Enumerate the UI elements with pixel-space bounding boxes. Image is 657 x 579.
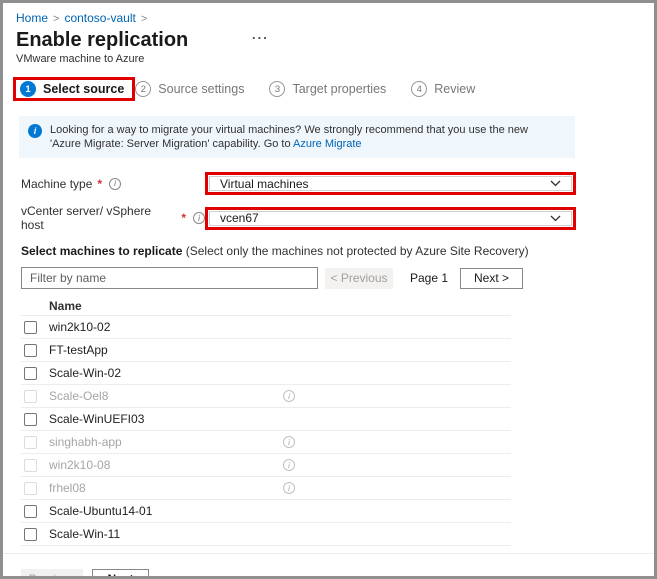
tab-select-source[interactable]: 1 Select source	[20, 81, 124, 97]
page-indicator: Page 1	[406, 271, 452, 285]
footer-divider	[3, 553, 654, 554]
row-info-icon[interactable]: i	[283, 482, 295, 494]
wizard-steps: 1 Select source 2 Source settings 3 Targ…	[13, 77, 654, 101]
machine-table: Name win2k10-02 i FT-testApp i Scale-Win…	[21, 296, 511, 546]
table-row[interactable]: Scale-Ubuntu14-01 i	[21, 500, 511, 523]
row-info-icon[interactable]: i	[283, 390, 295, 402]
step-3-circle: 3	[269, 81, 285, 97]
chevron-down-icon	[550, 180, 561, 187]
machine-name: win2k10-02	[49, 320, 110, 334]
machine-type-label: Machine type*i	[21, 177, 205, 191]
table-row[interactable]: FT-testApp i	[21, 339, 511, 362]
enable-replication-pane: Home > contoso-vault > Enable replication .…	[0, 0, 657, 579]
name-column-header: Name	[21, 296, 511, 316]
highlight-box-vcenter-host: vcen67	[205, 207, 576, 230]
row-info-icon[interactable]: i	[283, 436, 295, 448]
table-row[interactable]: frhel08 i	[21, 477, 511, 500]
vcenter-host-label: vCenter server/ vSphere host*i	[21, 204, 205, 232]
info-icon: i	[28, 124, 42, 138]
next-page-button[interactable]: Next >	[460, 268, 523, 289]
next-step-button[interactable]: Next	[92, 569, 149, 579]
machine-name: FT-testApp	[49, 343, 108, 357]
vcenter-host-value: vcen67	[220, 211, 259, 225]
highlight-box-machine-type: Virtual machines	[205, 172, 576, 195]
row-checkbox[interactable]	[24, 459, 37, 472]
machine-name: frhel08	[49, 481, 86, 495]
tab-review[interactable]: 4 Review	[411, 81, 475, 97]
page-subtitle: VMware machine to Azure	[16, 53, 654, 66]
azure-migrate-banner: i Looking for a way to migrate your virt…	[19, 116, 575, 158]
highlight-box-select-source: 1 Select source	[13, 77, 135, 101]
row-info-icon[interactable]: i	[283, 459, 295, 471]
row-checkbox[interactable]	[24, 528, 37, 541]
machine-name: Scale-Win-11	[49, 527, 120, 541]
machine-name: win2k10-08	[49, 458, 110, 472]
tab-target-properties[interactable]: 3 Target properties	[269, 81, 386, 97]
step-4-circle: 4	[411, 81, 427, 97]
step-1-label: Select source	[43, 82, 124, 96]
previous-page-button[interactable]: < Previous	[325, 268, 393, 289]
machine-name: Scale-Win-02	[49, 366, 121, 380]
row-checkbox[interactable]	[24, 436, 37, 449]
row-checkbox[interactable]	[24, 367, 37, 380]
breadcrumb-separator: >	[53, 13, 59, 25]
machine-type-dropdown[interactable]: Virtual machines	[209, 176, 572, 191]
machine-type-info-icon[interactable]: i	[109, 178, 121, 190]
table-row[interactable]: Scale-Win-11 i	[21, 523, 511, 546]
row-checkbox[interactable]	[24, 482, 37, 495]
select-machines-heading: Select machines to replicate (Select onl…	[21, 244, 654, 258]
step-2-circle: 2	[135, 81, 151, 97]
row-checkbox[interactable]	[24, 344, 37, 357]
machine-name: Scale-WinUEFI03	[49, 412, 144, 426]
breadcrumb: Home > contoso-vault >	[16, 11, 654, 26]
row-checkbox[interactable]	[24, 321, 37, 334]
chevron-down-icon	[550, 215, 561, 222]
step-1-circle: 1	[20, 81, 36, 97]
machine-type-value: Virtual machines	[220, 177, 309, 191]
banner-text: Looking for a way to migrate your virtua…	[50, 123, 555, 151]
table-row[interactable]: Scale-WinUEFI03 i	[21, 408, 511, 431]
filter-by-name-input[interactable]	[21, 267, 318, 289]
machine-name: Scale-Oel8	[49, 389, 108, 403]
step-4-label: Review	[434, 82, 475, 96]
vcenter-host-info-icon[interactable]: i	[193, 212, 205, 224]
required-marker: *	[181, 211, 186, 225]
table-row[interactable]: win2k10-02 i	[21, 316, 511, 339]
vcenter-host-dropdown[interactable]: vcen67	[209, 211, 572, 226]
breadcrumb-home-link[interactable]: Home	[16, 11, 48, 25]
more-options-icon[interactable]: ...	[252, 27, 269, 42]
table-row[interactable]: win2k10-08 i	[21, 454, 511, 477]
required-marker: *	[97, 177, 102, 191]
table-row[interactable]: singhabh-app i	[21, 431, 511, 454]
row-checkbox[interactable]	[24, 390, 37, 403]
page-title: Enable replication	[16, 29, 188, 51]
previous-step-button[interactable]: Previous	[21, 569, 83, 579]
breadcrumb-vault-link[interactable]: contoso-vault	[64, 11, 135, 25]
azure-migrate-link[interactable]: Azure Migrate	[293, 138, 361, 150]
step-3-label: Target properties	[292, 82, 386, 96]
row-checkbox[interactable]	[24, 413, 37, 426]
machine-name: singhabh-app	[49, 435, 122, 449]
row-checkbox[interactable]	[24, 505, 37, 518]
machine-name: Scale-Ubuntu14-01	[49, 504, 152, 518]
machine-table-body: win2k10-02 i FT-testApp i Scale-Win-02 i…	[21, 316, 511, 546]
breadcrumb-separator: >	[141, 13, 147, 25]
tab-source-settings[interactable]: 2 Source settings	[135, 81, 244, 97]
table-row[interactable]: Scale-Oel8 i	[21, 385, 511, 408]
table-row[interactable]: Scale-Win-02 i	[21, 362, 511, 385]
step-2-label: Source settings	[158, 82, 244, 96]
